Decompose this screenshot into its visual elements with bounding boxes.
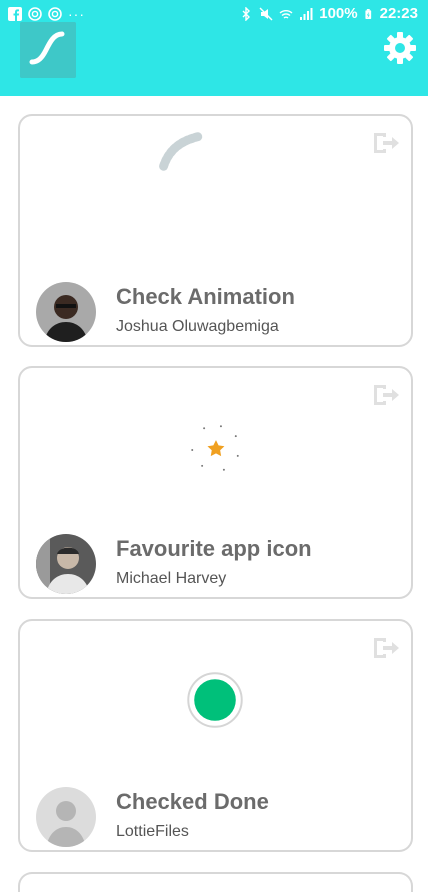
gear-icon[interactable] [382,30,418,66]
sync-icon [48,7,62,21]
card-author: Joshua Oluwagbemiga [116,318,279,335]
status-right: 100% 22:23 [239,5,418,22]
animation-card[interactable]: Favourite app icon Michael Harvey [18,366,413,599]
avatar [36,787,96,847]
lottie-logo-icon[interactable] [20,22,76,78]
animation-card[interactable]: Checked Done LottieFiles [18,619,413,852]
card-title: Check Animation [116,284,295,309]
card-author: Michael Harvey [116,570,227,587]
avatar [36,534,96,594]
card-title: Checked Done [116,789,269,814]
mute-icon [259,7,273,20]
clock: 22:23 [379,5,418,22]
animation-preview [159,132,203,171]
wifi-icon [279,9,293,19]
card-title: Favourite app icon [116,536,312,561]
facebook-icon [8,7,22,21]
power-icon [28,7,42,21]
signal-icon [300,7,313,20]
more-dots: ··· [68,6,85,22]
battery-percent: 100% [319,5,358,22]
app-header: ··· 100% 22:23 [0,0,428,96]
battery-icon [365,8,371,19]
status-left: ··· [8,6,85,22]
animation-preview [187,672,243,728]
bluetooth-icon [242,6,251,21]
avatar [36,282,96,342]
animation-card[interactable] [18,872,413,892]
animation-card[interactable]: Check Animation Joshua Oluwagbemiga [18,114,413,347]
card-author: LottieFiles [116,823,189,840]
animation-preview [191,425,239,471]
